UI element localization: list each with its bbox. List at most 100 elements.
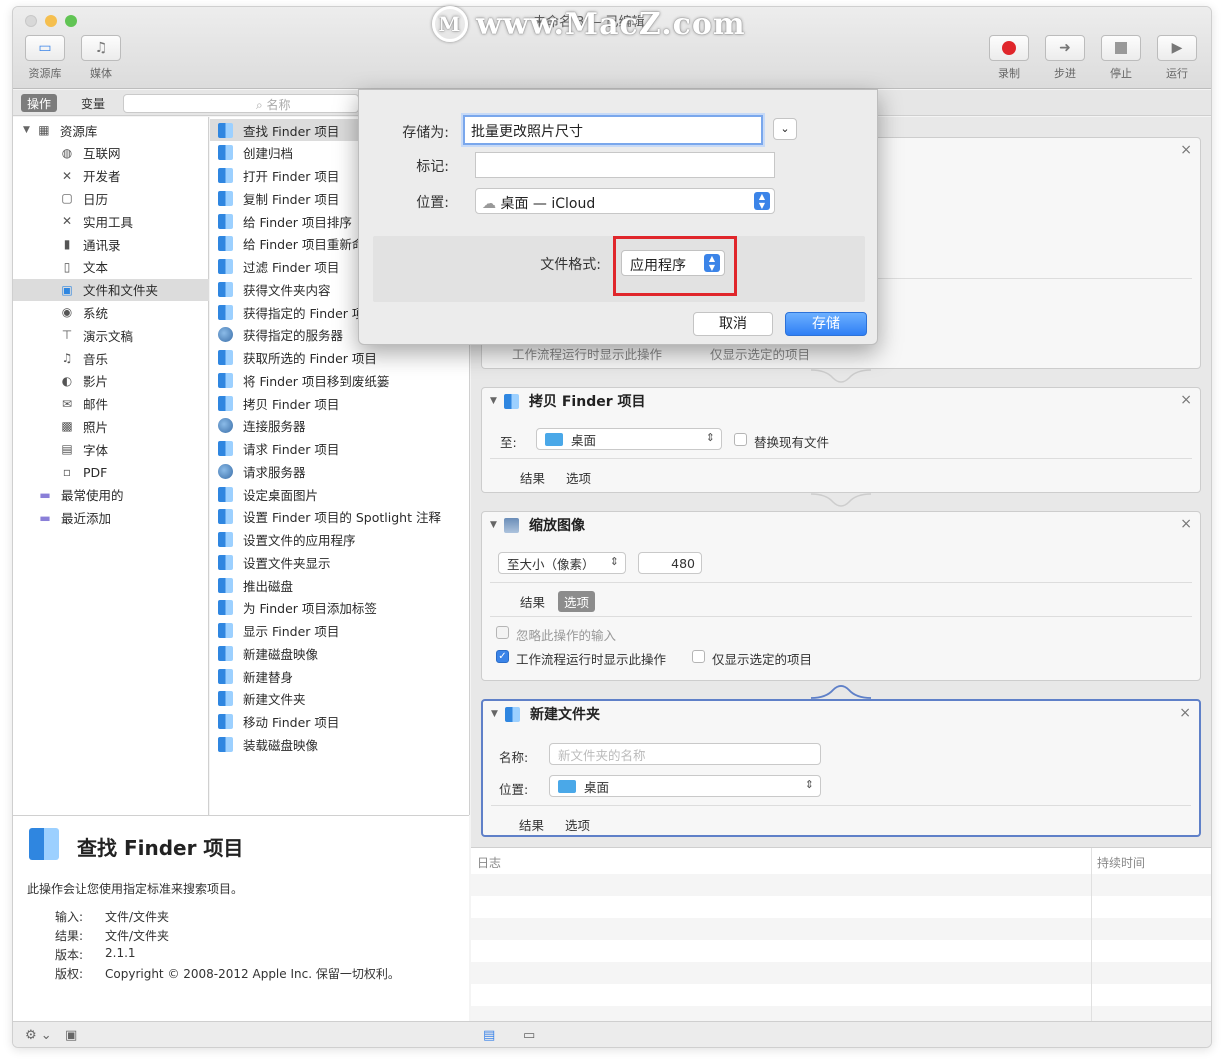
action-item[interactable]: 显示 Finder 项目 xyxy=(210,620,470,642)
action-item[interactable]: 设置文件夹显示 xyxy=(210,551,470,573)
close-icon[interactable]: × xyxy=(1180,516,1192,532)
tools-icon: ✕ xyxy=(61,168,73,183)
ignore-input-checkbox[interactable] xyxy=(496,626,509,639)
toolbar-stop-button[interactable]: 停止 xyxy=(1099,35,1143,81)
expand-dialog-button[interactable]: ⌄ xyxy=(773,118,797,140)
destination-popup[interactable]: 桌面 ⇕ xyxy=(536,428,722,450)
toolbar-record-button[interactable]: 录制 xyxy=(987,35,1031,81)
action-item[interactable]: 设置 Finder 项目的 Spotlight 注释 xyxy=(210,506,470,528)
card-header[interactable]: ▼ 拷贝 Finder 项目 xyxy=(482,388,1200,414)
toolbar-media-button[interactable]: ♫ 媒体 xyxy=(79,35,123,81)
description-title: 查找 Finder 项目 xyxy=(77,836,244,860)
options-tab[interactable]: 选项 xyxy=(558,591,596,612)
category-item[interactable]: ▬ 最常使用的 xyxy=(13,484,209,506)
where-popup[interactable]: ☁ 桌面 — iCloud ▲ ▼ xyxy=(475,188,775,214)
library-icon: ▦ xyxy=(38,123,50,137)
category-item[interactable]: ⊤ 演示文稿 xyxy=(13,324,209,346)
category-item[interactable]: ♫ 音乐 xyxy=(13,347,209,369)
close-icon[interactable]: × xyxy=(1179,705,1191,721)
finder-icon xyxy=(218,532,233,547)
category-item[interactable]: ✕ 开发者 xyxy=(13,165,209,187)
gear-icon[interactable]: ⚙ ⌄ xyxy=(25,1028,52,1043)
category-item[interactable]: ▢ 日历 xyxy=(13,187,209,209)
action-item[interactable]: 连接服务器 xyxy=(210,415,470,437)
list-view-icon[interactable]: ▤ xyxy=(483,1028,495,1043)
category-item[interactable]: ◍ 互联网 xyxy=(13,142,209,164)
toolbar-library-button[interactable]: ▭ 资源库 xyxy=(23,35,67,81)
meta-input: 输入: 文件/文件夹 xyxy=(55,908,169,925)
category-list: ▼ ▦ 资源库 ◍ 互联网 ✕ 开发者 ▢ 日历 ✕ 实用工具 ▮ 通讯录 ▯ 文本 ▣ 文件和文件夹 ◉ 系统 ⊤ 演… xyxy=(13,117,209,815)
category-item[interactable]: ◐ 影片 xyxy=(13,370,209,392)
category-item[interactable]: ▣ 文件和文件夹 xyxy=(13,278,209,301)
scale-mode-popup[interactable]: 至大小（像素） ⇕ xyxy=(498,552,626,574)
disclosure-triangle-icon[interactable]: ▼ xyxy=(490,396,504,406)
results-tab[interactable]: 结果 xyxy=(520,468,545,487)
action-item[interactable]: 移动 Finder 项目 xyxy=(210,711,470,733)
replace-checkbox[interactable] xyxy=(734,433,747,446)
disclosure-triangle-icon[interactable]: ▼ xyxy=(23,125,30,135)
category-item[interactable]: ✉ 邮件 xyxy=(13,393,209,415)
search-input[interactable]: ⌕ 名称 xyxy=(123,94,359,113)
toolbar-label: 步进 xyxy=(1054,67,1076,80)
options-tab[interactable]: 选项 xyxy=(565,815,590,834)
category-label: PDF xyxy=(83,464,108,480)
show-when-run-checkbox[interactable]: ✓ xyxy=(496,650,509,663)
category-item[interactable]: ▤ 字体 xyxy=(13,438,209,460)
action-label: 获得文件夹内容 xyxy=(243,282,331,298)
category-item[interactable]: ▼ ▦ 资源库 xyxy=(13,119,209,141)
minimize-window-button[interactable] xyxy=(45,15,57,27)
save-as-input[interactable]: 批量更改照片尺寸 xyxy=(463,115,763,145)
show-selected-checkbox[interactable] xyxy=(692,650,705,663)
split-view-icon[interactable]: ▭ xyxy=(523,1028,535,1043)
action-item[interactable]: 设置文件的应用程序 xyxy=(210,529,470,551)
zoom-window-button[interactable] xyxy=(65,15,77,27)
calendar-icon: ▢ xyxy=(61,191,73,206)
category-item[interactable]: ▩ 照片 xyxy=(13,415,209,437)
variables-tab[interactable]: 变量 xyxy=(75,94,111,112)
music-icon: ♫ xyxy=(61,351,73,365)
description-toggle-icon[interactable]: ▣ xyxy=(65,1028,77,1043)
category-item[interactable]: ◉ 系统 xyxy=(13,301,209,323)
action-item[interactable]: 新建替身 xyxy=(210,665,470,687)
disclosure-triangle-icon[interactable]: ▼ xyxy=(491,709,505,719)
close-icon[interactable]: × xyxy=(1180,142,1192,158)
actions-tab[interactable]: 操作 xyxy=(21,94,58,112)
bottom-bar: ⚙ ⌄ ▣ ▤ ▭ xyxy=(13,1021,1211,1047)
toolbar-step-button[interactable]: ➜ 步进 xyxy=(1043,35,1087,81)
results-tab[interactable]: 结果 xyxy=(520,592,545,611)
category-item[interactable]: ▮ 通讯录 xyxy=(13,233,209,255)
action-item[interactable]: 推出磁盘 xyxy=(210,574,470,596)
action-item[interactable]: 拷贝 Finder 项目 xyxy=(210,392,470,414)
close-icon[interactable]: × xyxy=(1180,392,1192,408)
card-header[interactable]: ▼ 缩放图像 xyxy=(482,512,1200,538)
card-title: 缩放图像 xyxy=(529,518,585,534)
where-label: 位置: xyxy=(416,195,449,211)
toolbar-run-button[interactable]: ▶ 运行 xyxy=(1155,35,1199,81)
card-header[interactable]: ▼ 新建文件夹 xyxy=(483,701,1199,727)
action-item[interactable]: 装载磁盘映像 xyxy=(210,733,470,755)
disclosure-triangle-icon[interactable]: ▼ xyxy=(490,520,504,530)
action-item[interactable]: 新建文件夹 xyxy=(210,688,470,710)
save-button[interactable]: 存储 xyxy=(785,312,867,336)
action-item[interactable]: 设定桌面图片 xyxy=(210,483,470,505)
log-column-header[interactable]: 日志 xyxy=(477,854,501,871)
action-item[interactable]: 为 Finder 项目添加标签 xyxy=(210,597,470,619)
category-item[interactable]: ▫ PDF xyxy=(13,461,209,483)
close-window-button[interactable] xyxy=(25,15,37,27)
action-item[interactable]: 请求 Finder 项目 xyxy=(210,438,470,460)
folder-name-input[interactable]: 新文件夹的名称 xyxy=(549,743,821,765)
action-item[interactable]: 请求服务器 xyxy=(210,460,470,482)
cancel-button[interactable]: 取消 xyxy=(693,312,773,336)
action-item[interactable]: 将 Finder 项目移到废纸篓 xyxy=(210,369,470,391)
size-input[interactable]: 480 xyxy=(638,552,702,574)
options-tab[interactable]: 选项 xyxy=(566,468,591,487)
category-item[interactable]: ▬ 最近添加 xyxy=(13,507,209,529)
tags-input[interactable] xyxy=(475,152,775,178)
action-item[interactable]: 获取所选的 Finder 项目 xyxy=(210,347,470,369)
location-popup[interactable]: 桌面 ⇕ xyxy=(549,775,821,797)
category-item[interactable]: ▯ 文本 xyxy=(13,256,209,278)
results-tab[interactable]: 结果 xyxy=(519,815,544,834)
duration-column-header[interactable]: 持续时间 xyxy=(1097,854,1145,871)
category-item[interactable]: ✕ 实用工具 xyxy=(13,210,209,232)
action-item[interactable]: 新建磁盘映像 xyxy=(210,642,470,664)
